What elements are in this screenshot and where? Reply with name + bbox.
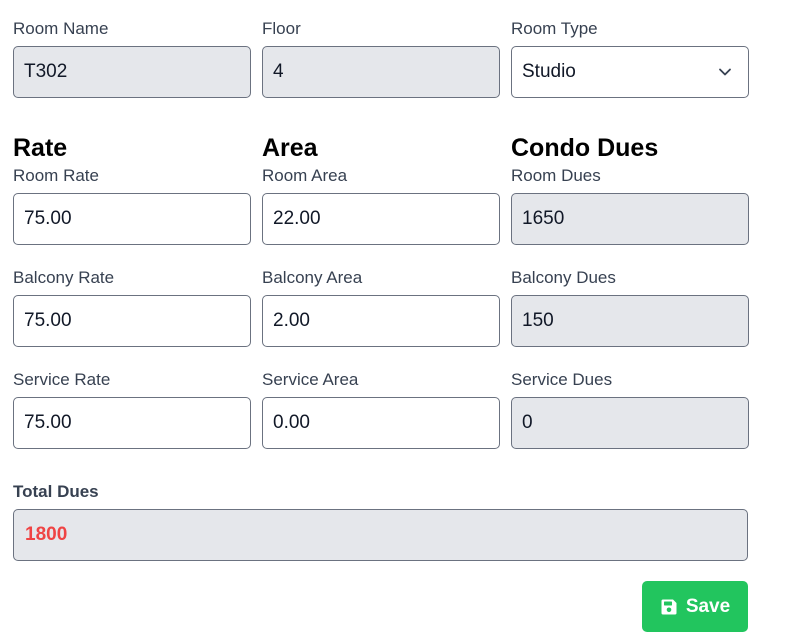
service-dues-label: Service Dues — [511, 370, 613, 389]
floor-label: Floor — [262, 19, 301, 38]
room-dues-field: 1650 — [511, 193, 749, 245]
room-name-label: Room Name — [13, 19, 109, 38]
balcony-dues-label: Balcony Dues — [511, 268, 616, 287]
service-area-group: Service Area — [262, 370, 500, 449]
balcony-rate-label: Balcony Rate — [13, 268, 115, 287]
save-button-label: Save — [685, 595, 731, 617]
chevron-down-icon — [719, 68, 731, 76]
floppy-disk-icon — [661, 599, 677, 614]
service-dues-field: 0 — [511, 397, 749, 449]
service-rates-row: Service Rate Service Area Service Dues 0 — [13, 370, 749, 449]
floor-field: 4 — [262, 46, 500, 98]
total-dues-field: 1800 — [13, 509, 748, 561]
balcony-area-label: Balcony Area — [262, 268, 363, 287]
total-dues-label: Total Dues — [13, 482, 99, 501]
service-area-input[interactable] — [262, 397, 500, 449]
service-rate-group: Service Rate — [13, 370, 251, 449]
service-rate-label: Service Rate — [13, 370, 111, 389]
room-name-group: Room Name T302 — [13, 19, 251, 98]
room-rate-input[interactable] — [13, 193, 251, 245]
balcony-rate-group: Balcony Rate — [13, 268, 251, 347]
room-info-row: Room Name T302 Floor 4 Room Type Studio — [13, 19, 749, 98]
save-button[interactable]: Save — [642, 581, 748, 632]
section-headings: Rate Area Condo Dues — [13, 133, 749, 163]
room-area-input[interactable] — [262, 193, 500, 245]
room-type-group: Room Type Studio — [511, 19, 749, 98]
balcony-area-input[interactable] — [262, 295, 500, 347]
rate-heading: Rate — [13, 134, 68, 162]
balcony-dues-group: Balcony Dues 150 — [511, 268, 749, 347]
room-type-label: Room Type — [511, 19, 598, 38]
room-rate-group: Room Rate — [13, 166, 251, 245]
room-rate-label: Room Rate — [13, 166, 99, 185]
room-type-selected-value: Studio — [522, 61, 576, 82]
service-area-label: Service Area — [262, 370, 359, 389]
room-name-field: T302 — [13, 46, 251, 98]
room-type-select[interactable]: Studio — [511, 46, 749, 98]
total-dues-row: Total Dues 1800 — [13, 482, 748, 561]
room-area-label: Room Area — [262, 166, 348, 185]
room-dues-form: Room Name T302 Floor 4 Room Type Studio … — [0, 0, 788, 634]
room-rates-row: Room Rate Room Area Room Dues 1650 — [13, 166, 749, 245]
balcony-area-group: Balcony Area — [262, 268, 500, 347]
balcony-rate-input[interactable] — [13, 295, 251, 347]
service-rate-input[interactable] — [13, 397, 251, 449]
floor-group: Floor 4 — [262, 19, 500, 98]
room-area-group: Room Area — [262, 166, 500, 245]
balcony-dues-field: 150 — [511, 295, 749, 347]
room-dues-group: Room Dues 1650 — [511, 166, 749, 245]
condo-dues-heading: Condo Dues — [511, 134, 659, 162]
balcony-rates-row: Balcony Rate Balcony Area Balcony Dues 1… — [13, 268, 749, 347]
area-heading: Area — [262, 134, 318, 162]
service-dues-group: Service Dues 0 — [511, 370, 749, 449]
total-dues-group: Total Dues 1800 — [13, 482, 748, 561]
room-dues-label: Room Dues — [511, 166, 601, 185]
